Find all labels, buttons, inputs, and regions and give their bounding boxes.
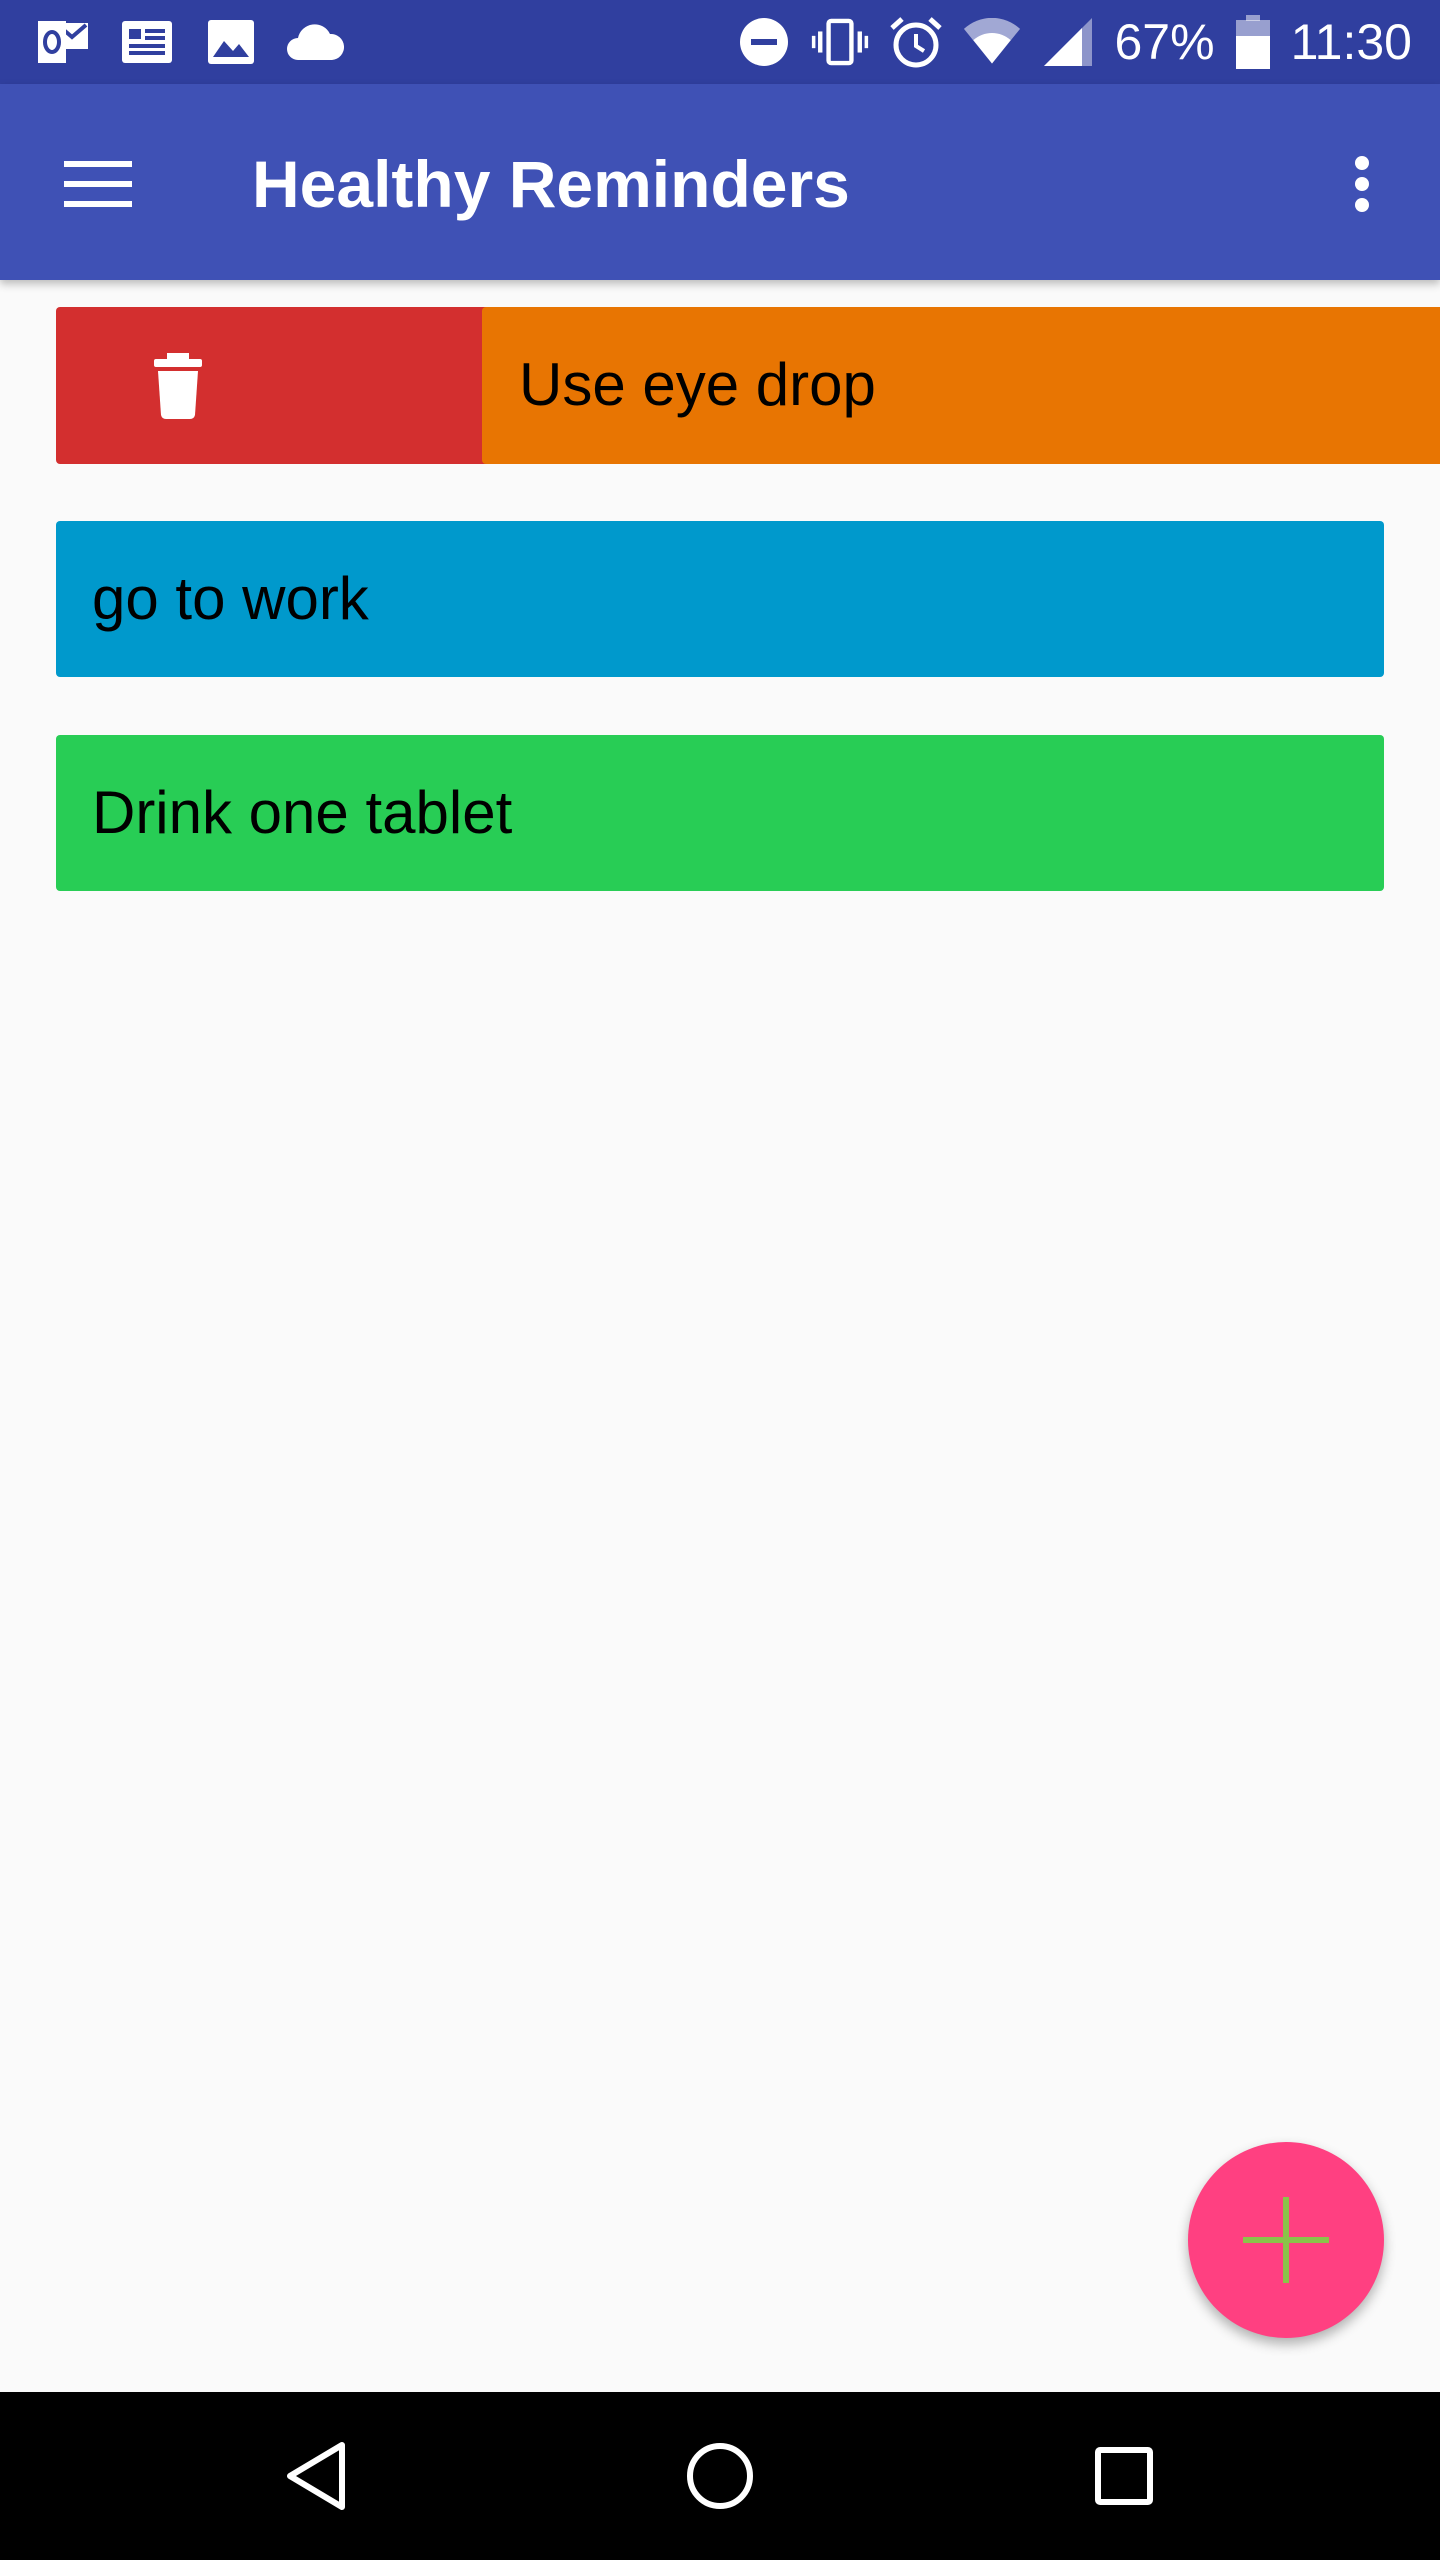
status-bar: 67% 11:30 xyxy=(0,0,1440,84)
plus-icon xyxy=(1243,2197,1329,2283)
reminder-card[interactable]: Use eye drop xyxy=(482,307,1440,464)
back-icon[interactable] xyxy=(266,2426,366,2526)
hamburger-menu-icon[interactable] xyxy=(56,142,140,226)
reminder-label: Use eye drop xyxy=(519,351,876,418)
image-icon xyxy=(202,14,260,70)
wifi-icon xyxy=(963,14,1021,70)
trash-icon[interactable] xyxy=(148,353,208,419)
reminder-label: Drink one tablet xyxy=(92,779,513,846)
news-icon xyxy=(118,14,176,70)
recents-icon[interactable] xyxy=(1074,2426,1174,2526)
outlook-icon xyxy=(34,14,92,70)
vibrate-icon xyxy=(811,14,869,70)
navigation-bar xyxy=(0,2392,1440,2560)
reminder-label: go to work xyxy=(92,565,369,632)
reminder-card[interactable]: Drink one tablet xyxy=(56,735,1384,891)
list-item-swiped[interactable]: Use eye drop xyxy=(56,307,1440,464)
reminder-card[interactable]: go to work xyxy=(56,521,1384,677)
alarm-icon xyxy=(887,14,945,70)
cell-signal-icon xyxy=(1039,14,1097,70)
cloud-icon xyxy=(286,14,344,70)
home-icon[interactable] xyxy=(670,2426,770,2526)
clock-time: 11:30 xyxy=(1290,14,1412,70)
battery-icon xyxy=(1233,14,1273,70)
battery-percent: 67% xyxy=(1114,14,1215,70)
delete-action[interactable] xyxy=(56,307,486,464)
do-not-disturb-icon xyxy=(735,14,793,70)
more-vert-icon[interactable] xyxy=(1320,142,1404,226)
page-title: Healthy Reminders xyxy=(252,147,850,221)
add-reminder-button[interactable] xyxy=(1188,2142,1384,2338)
